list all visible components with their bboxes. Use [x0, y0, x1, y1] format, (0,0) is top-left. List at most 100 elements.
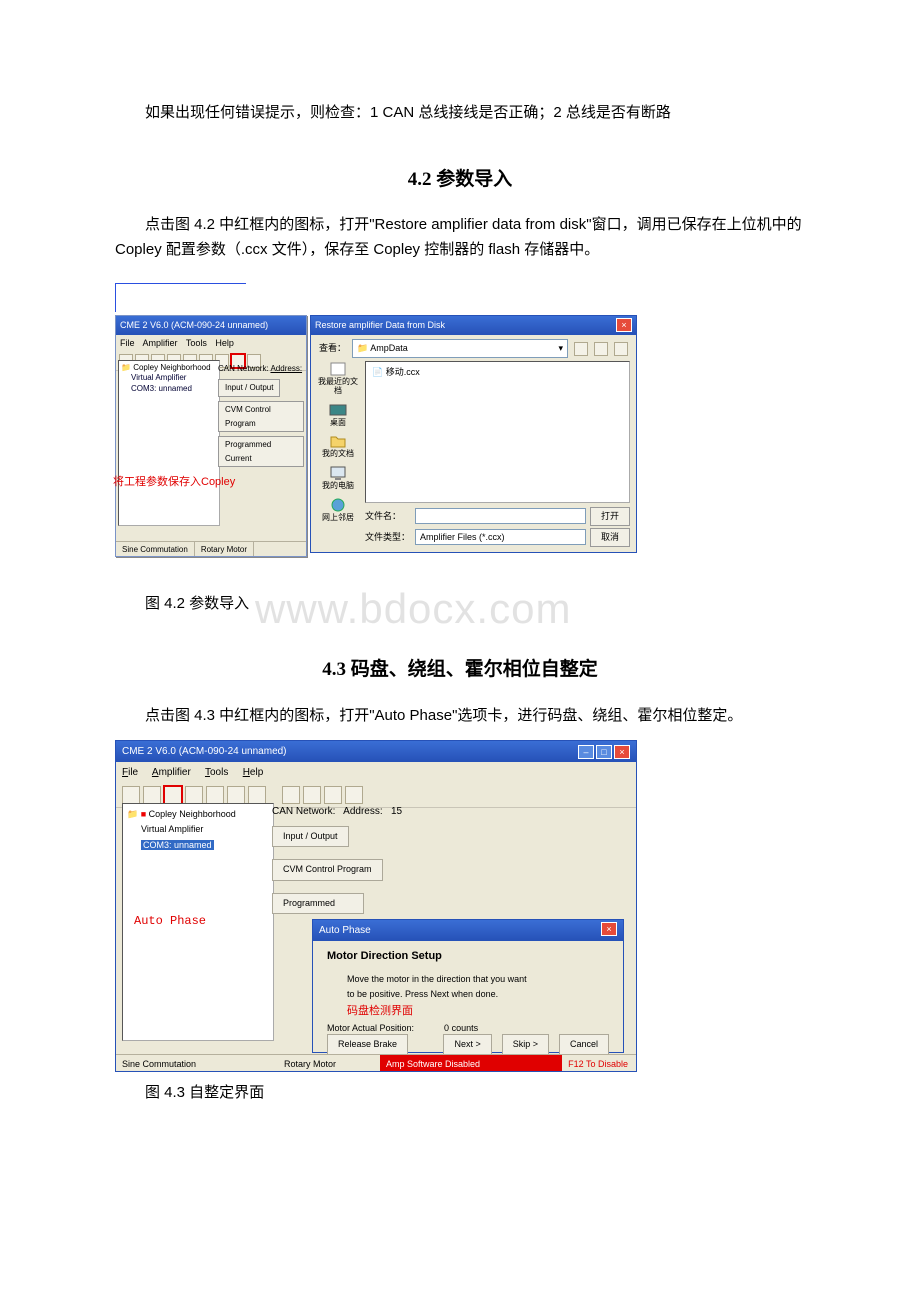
cancel-button[interactable]: Cancel: [559, 1034, 609, 1055]
release-brake-button[interactable]: Release Brake: [327, 1034, 408, 1055]
network[interactable]: 网上邻居: [322, 497, 354, 523]
tree-root[interactable]: Copley Neighborhood: [121, 363, 217, 373]
filetype-combo[interactable]: Amplifier Files (*.ccx): [415, 529, 586, 545]
file-item[interactable]: 📄 移动.ccx: [372, 365, 623, 380]
view-menu-icon[interactable]: [614, 342, 628, 356]
para-4-3: 点击图 4.3 中红框内的图标，打开"Auto Phase"选项卡，进行码盘、绕…: [115, 703, 805, 729]
file-list[interactable]: 📄 移动.ccx: [365, 361, 630, 503]
toolbar-btn[interactable]: [185, 786, 203, 804]
filetype-label: 文件类型：: [365, 530, 411, 545]
figure-4-3: CME 2 V6.0 (ACM-090-24 unnamed) – □ × Fi…: [115, 740, 637, 1072]
input-output-button[interactable]: Input / Output: [218, 379, 280, 397]
recent-docs[interactable]: 我最近的文档: [317, 361, 359, 396]
filename-input[interactable]: [415, 508, 586, 524]
open-button[interactable]: 打开: [590, 507, 630, 526]
figure-4-2: CME 2 V6.0 (ACM-090-24 unnamed) File Amp…: [115, 283, 635, 583]
auto-phase-title-text: Auto Phase: [319, 922, 371, 939]
menu-help[interactable]: Help: [215, 338, 234, 348]
tree-root[interactable]: 📁 ■ Copley Neighborhood: [127, 807, 269, 822]
toolbar-btn[interactable]: [227, 786, 245, 804]
tree-node[interactable]: Virtual Amplifier: [121, 373, 217, 383]
address-value: 15: [391, 806, 402, 817]
desktop[interactable]: 桌面: [329, 402, 347, 428]
annotation-auto-phase: Auto Phase: [134, 911, 206, 931]
toolbar-btn[interactable]: [303, 786, 321, 804]
address-label: Address:: [343, 806, 382, 817]
status-rotary: Rotary Motor: [195, 542, 254, 556]
toolbar-btn[interactable]: [122, 786, 140, 804]
close-icon[interactable]: ×: [614, 745, 630, 759]
cme2-right-pane: CAN Network: Address: 15 Input / Output …: [272, 803, 630, 926]
address-label: Address:: [270, 364, 302, 373]
restore-dialog: Restore amplifier Data from Disk × 查看： 📁…: [310, 315, 637, 553]
amplifier-tree[interactable]: Copley Neighborhood Virtual Amplifier CO…: [118, 360, 220, 526]
new-folder-icon[interactable]: [594, 342, 608, 356]
my-computer[interactable]: 我的电脑: [322, 465, 354, 491]
menu-tools[interactable]: Tools: [205, 767, 228, 778]
toolbar-btn[interactable]: [324, 786, 342, 804]
motor-position-unit: counts: [452, 1023, 479, 1033]
menu-file[interactable]: File: [120, 338, 135, 348]
instruction-line-1: Move the motor in the direction that you…: [347, 972, 609, 987]
chevron-down-icon[interactable]: ▾: [558, 341, 563, 356]
toolbar-btn[interactable]: [345, 786, 363, 804]
close-icon[interactable]: ×: [601, 922, 617, 936]
annotation-encoder-check: 码盘检测界面: [327, 1002, 609, 1021]
status-rotary: Rotary Motor: [278, 1055, 380, 1071]
auto-phase-dialog: Auto Phase × Motor Direction Setup Move …: [312, 919, 624, 1053]
toolbar-btn[interactable]: [206, 786, 224, 804]
toolbar-btn[interactable]: [248, 786, 266, 804]
maximize-icon[interactable]: □: [596, 745, 612, 759]
instruction-line-2: to be positive. Press Next when done.: [347, 987, 609, 1002]
para-4-2: 点击图 4.2 中红框内的图标，打开"Restore amplifier dat…: [115, 212, 805, 263]
crop-mark: [115, 283, 246, 312]
input-output-button[interactable]: Input / Output: [272, 826, 349, 847]
programmed-button[interactable]: Programmed: [272, 893, 364, 914]
cme-status-bar: Sine Commutation Rotary Motor: [116, 541, 306, 556]
motor-position-value: 0: [444, 1023, 449, 1033]
status-sine: Sine Commutation: [116, 1055, 278, 1071]
menu-help[interactable]: Help: [243, 767, 264, 778]
auto-phase-button[interactable]: [164, 786, 182, 804]
places-bar: 我最近的文档 桌面 我的文档 我的电脑 网上邻居: [317, 361, 359, 523]
cme-right-pane: CAN Network: Address: Input / Output CVM…: [218, 360, 304, 470]
intro-paragraph: 如果出现任何错误提示，则检查：1 CAN 总线接线是否正确；2 总线是否有断路: [115, 100, 805, 126]
cme2-menubar[interactable]: File Amplifier Tools Help: [116, 762, 636, 783]
tree-node[interactable]: Virtual Amplifier: [127, 822, 269, 837]
skip-button[interactable]: Skip >: [502, 1034, 549, 1055]
menu-amplifier[interactable]: Amplifier: [143, 338, 178, 348]
toolbar-btn[interactable]: [143, 786, 161, 804]
minimize-icon[interactable]: –: [578, 745, 594, 759]
cme2-titlebar: CME 2 V6.0 (ACM-090-24 unnamed) – □ ×: [116, 741, 636, 762]
toolbar-btn[interactable]: [282, 786, 300, 804]
tree-node[interactable]: COM3: unnamed: [121, 384, 217, 394]
look-in-combo[interactable]: 📁 AmpData ▾: [352, 339, 568, 358]
cme-window: CME 2 V6.0 (ACM-090-24 unnamed) File Amp…: [115, 315, 307, 557]
programmed-current-button[interactable]: Programmed Current: [218, 436, 304, 467]
restore-titlebar: Restore amplifier Data from Disk ×: [311, 316, 636, 335]
cme-menubar[interactable]: File Amplifier Tools Help: [116, 335, 306, 352]
auto-phase-titlebar: Auto Phase ×: [313, 920, 623, 941]
up-folder-icon[interactable]: [574, 342, 588, 356]
caption-4-3: 图 4.3 自整定界面: [145, 1080, 805, 1106]
status-warning: Amp Software Disabled: [380, 1055, 562, 1071]
window-controls: – □ ×: [578, 745, 630, 759]
my-documents[interactable]: 我的文档: [322, 433, 354, 459]
annotation-save-params: 将工程参数保存入Copley: [113, 473, 235, 492]
next-button[interactable]: Next >: [443, 1034, 491, 1055]
cvm-control-button[interactable]: CVM Control Program: [272, 859, 383, 880]
motor-direction-heading: Motor Direction Setup: [327, 947, 609, 966]
folder-name: 📁 AmpData: [357, 341, 408, 356]
cvm-control-button[interactable]: CVM Control Program: [218, 401, 304, 432]
close-icon[interactable]: ×: [616, 318, 632, 332]
menu-amplifier[interactable]: Amplifier: [152, 767, 191, 778]
restore-title-text: Restore amplifier Data from Disk: [315, 318, 445, 333]
can-network-label: CAN Network:: [218, 364, 269, 373]
cancel-button[interactable]: 取消: [590, 528, 630, 547]
status-f12-hint: F12 To Disable: [562, 1055, 636, 1071]
menu-tools[interactable]: Tools: [186, 338, 207, 348]
tree-node-selected[interactable]: COM3: unnamed: [127, 838, 269, 853]
menu-file[interactable]: File: [122, 767, 138, 778]
heading-4-2: 4.2 参数导入: [115, 164, 805, 196]
cme2-title-text: CME 2 V6.0 (ACM-090-24 unnamed): [122, 743, 287, 760]
